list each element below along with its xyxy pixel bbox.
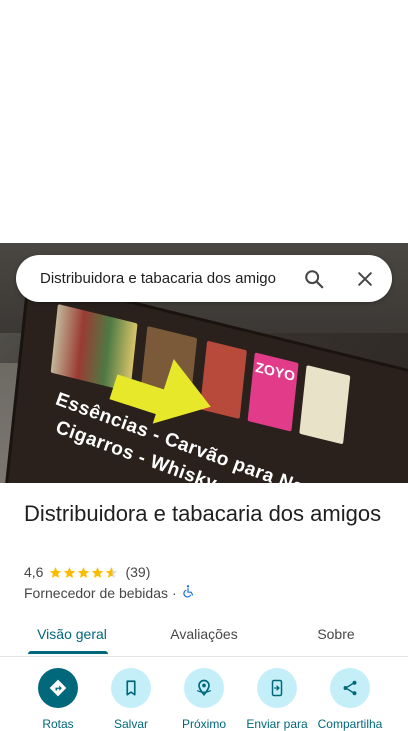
search-bar[interactable]: Distribuidora e tabacaria dos amigo <box>16 255 392 302</box>
product-box <box>299 365 351 445</box>
save-button[interactable]: Salvar <box>96 668 166 731</box>
rating-row[interactable]: 4,6 (39) <box>24 563 150 581</box>
review-count[interactable]: (39) <box>125 564 150 580</box>
save-label: Salvar <box>113 717 148 731</box>
action-row: Rotas Salvar Próximo Enviar para Compart… <box>0 668 408 731</box>
star-icon <box>78 566 90 578</box>
share-label: Compartilha <box>317 717 383 731</box>
directions-icon <box>38 668 78 708</box>
nearby-button[interactable]: Próximo <box>169 668 239 731</box>
directions-button[interactable]: Rotas <box>23 668 93 731</box>
rating-value: 4,6 <box>24 564 44 580</box>
place-category: Fornecedor de bebidas <box>24 584 168 601</box>
place-title: Distribuidora e tabacaria dos amigos <box>24 501 382 526</box>
tab-reviews[interactable]: Avaliações <box>150 611 258 656</box>
close-icon[interactable] <box>349 263 381 295</box>
star-rating <box>49 566 119 579</box>
share-button[interactable]: Compartilha <box>315 668 385 731</box>
nearby-label: Próximo <box>181 717 226 731</box>
send-to-phone-label: Enviar para <box>246 717 308 731</box>
bookmark-icon <box>111 668 151 708</box>
zoyo-box: ZOYO <box>247 352 299 432</box>
map-area[interactable] <box>0 0 408 243</box>
separator: · <box>172 584 177 601</box>
send-to-phone-icon <box>257 668 297 708</box>
tab-overview[interactable]: Visão geral <box>18 611 126 656</box>
category-row: Fornecedor de bebidas · <box>24 584 195 601</box>
search-icon[interactable] <box>298 263 330 295</box>
share-icon <box>330 668 370 708</box>
star-icon <box>50 566 62 578</box>
half-star-icon <box>106 566 118 578</box>
directions-label: Rotas <box>42 717 74 731</box>
star-icon <box>64 566 76 578</box>
send-to-phone-button[interactable]: Enviar para <box>242 668 312 731</box>
tab-about[interactable]: Sobre <box>282 611 390 656</box>
active-tab-indicator <box>28 651 108 654</box>
search-input[interactable]: Distribuidora e tabacaria dos amigo <box>40 270 292 287</box>
nearby-icon <box>184 668 224 708</box>
star-icon <box>92 566 104 578</box>
wheelchair-icon[interactable] <box>181 584 195 601</box>
